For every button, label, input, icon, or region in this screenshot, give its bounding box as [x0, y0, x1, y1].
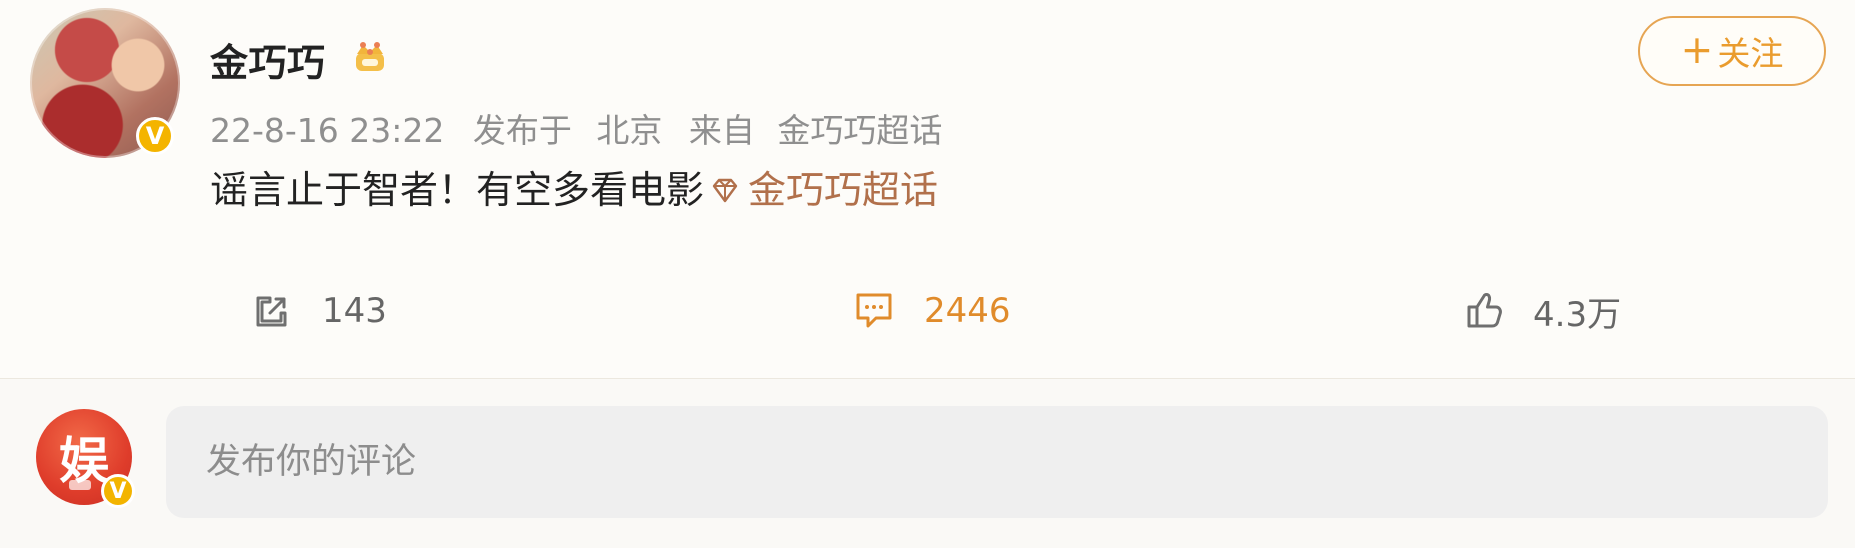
post-meta: 22-8-16 23:22 发布于 北京 来自 金巧巧超话 — [210, 104, 942, 152]
post-source-link[interactable]: 金巧巧超话 — [777, 111, 942, 150]
avatar-detail — [69, 480, 91, 490]
like-count: 4.3万 — [1533, 294, 1622, 335]
share-count: 143 — [322, 291, 387, 331]
comment-count: 2446 — [924, 291, 1011, 331]
share-action[interactable]: 143 — [246, 285, 387, 337]
published-label: 发布于 — [472, 111, 572, 150]
post-card: V 金巧巧 + 关注 22-8-16 23:22 发布于 北京 来自 金巧巧超话… — [0, 0, 1855, 378]
comment-action[interactable]: 2446 — [848, 285, 1011, 337]
like-action[interactable]: 4.3万 — [1457, 285, 1621, 337]
thumb-up-icon — [1467, 293, 1502, 328]
comment-icon — [856, 293, 892, 328]
diamond-icon — [712, 178, 738, 203]
post-content: 谣言止于智者！有空多看电影 金巧巧超话 — [210, 168, 939, 212]
verified-badge: V — [136, 117, 174, 155]
follow-button[interactable]: + 关注 — [1638, 16, 1826, 86]
follow-plus: + — [1680, 27, 1714, 73]
crown-icon — [356, 42, 384, 71]
source-from-label: 来自 — [688, 111, 755, 150]
author-name[interactable]: 金巧巧 — [210, 32, 326, 87]
follow-label: 关注 — [1717, 34, 1784, 73]
post-time[interactable]: 22-8-16 23:22 — [210, 111, 444, 150]
comment-input[interactable] — [166, 406, 1828, 518]
topic-link[interactable]: 金巧巧超话 — [708, 168, 939, 212]
commenter-verified-badge: V — [101, 474, 135, 508]
topic-label: 金巧巧超话 — [748, 168, 939, 212]
post-location: 北京 — [596, 111, 663, 150]
share-icon — [256, 296, 287, 327]
post-text: 谣言止于智者！有空多看电影 — [210, 168, 705, 212]
